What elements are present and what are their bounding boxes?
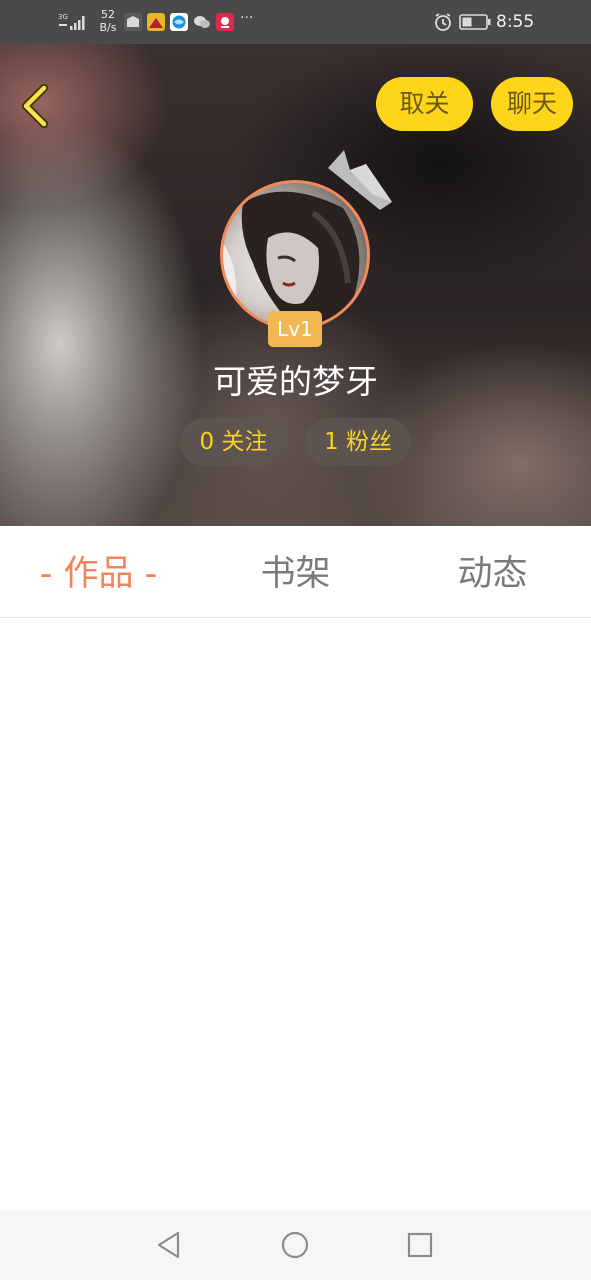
network-speed: 52 B/s bbox=[96, 8, 120, 34]
following-count[interactable]: 0 关注 bbox=[180, 418, 287, 466]
wechat-icon bbox=[193, 13, 211, 31]
tab-works-label: 作品 bbox=[63, 554, 134, 594]
profile-header: 取关 聊天 Lv1 可爱的梦牙 0 关注 1 粉丝 bbox=[0, 44, 591, 526]
signal-icon: 3G bbox=[58, 13, 85, 30]
active-tab-dash-left: - bbox=[39, 554, 53, 594]
app-icon-2 bbox=[147, 13, 165, 31]
back-triangle-icon[interactable] bbox=[154, 1230, 184, 1260]
username: 可爱的梦牙 bbox=[213, 362, 378, 401]
user-level-badge: Lv1 bbox=[268, 311, 322, 347]
battery-icon bbox=[459, 14, 491, 30]
tab-bookshelf[interactable]: 书架 bbox=[197, 526, 394, 618]
system-navigation-bar bbox=[0, 1211, 591, 1280]
avatar-portrait-image bbox=[223, 191, 360, 327]
more-notifications-indicator: ··· bbox=[240, 10, 254, 26]
app-icon-3 bbox=[170, 13, 188, 31]
status-bar: 3G 52 B/s ··· 8:55 bbox=[0, 0, 591, 44]
tab-activity[interactable]: 动态 bbox=[394, 526, 591, 618]
active-tab-dash-right: - bbox=[144, 554, 158, 594]
tab-activity-label: 动态 bbox=[457, 554, 528, 594]
back-chevron-icon[interactable] bbox=[14, 82, 58, 130]
network-speed-unit: B/s bbox=[99, 21, 117, 34]
network-type-label: 3G bbox=[58, 13, 68, 21]
home-circle-icon[interactable] bbox=[280, 1230, 310, 1260]
tab-content-area bbox=[0, 619, 591, 1211]
profile-tabs: - 作品 - 书架 动态 bbox=[0, 526, 591, 618]
tab-bookshelf-label: 书架 bbox=[260, 554, 331, 594]
chat-button[interactable]: 聊天 bbox=[491, 77, 573, 131]
app-icon-5 bbox=[216, 13, 234, 31]
fans-count[interactable]: 1 粉丝 bbox=[305, 418, 411, 466]
unfollow-button[interactable]: 取关 bbox=[376, 77, 473, 131]
network-speed-value: 52 bbox=[101, 8, 115, 21]
user-avatar[interactable] bbox=[220, 180, 370, 330]
clock-time: 8:55 bbox=[496, 12, 535, 32]
tab-works[interactable]: - 作品 - bbox=[0, 526, 197, 618]
recents-square-icon[interactable] bbox=[405, 1230, 435, 1260]
app-icon-1 bbox=[124, 13, 142, 31]
alarm-icon bbox=[435, 13, 451, 31]
